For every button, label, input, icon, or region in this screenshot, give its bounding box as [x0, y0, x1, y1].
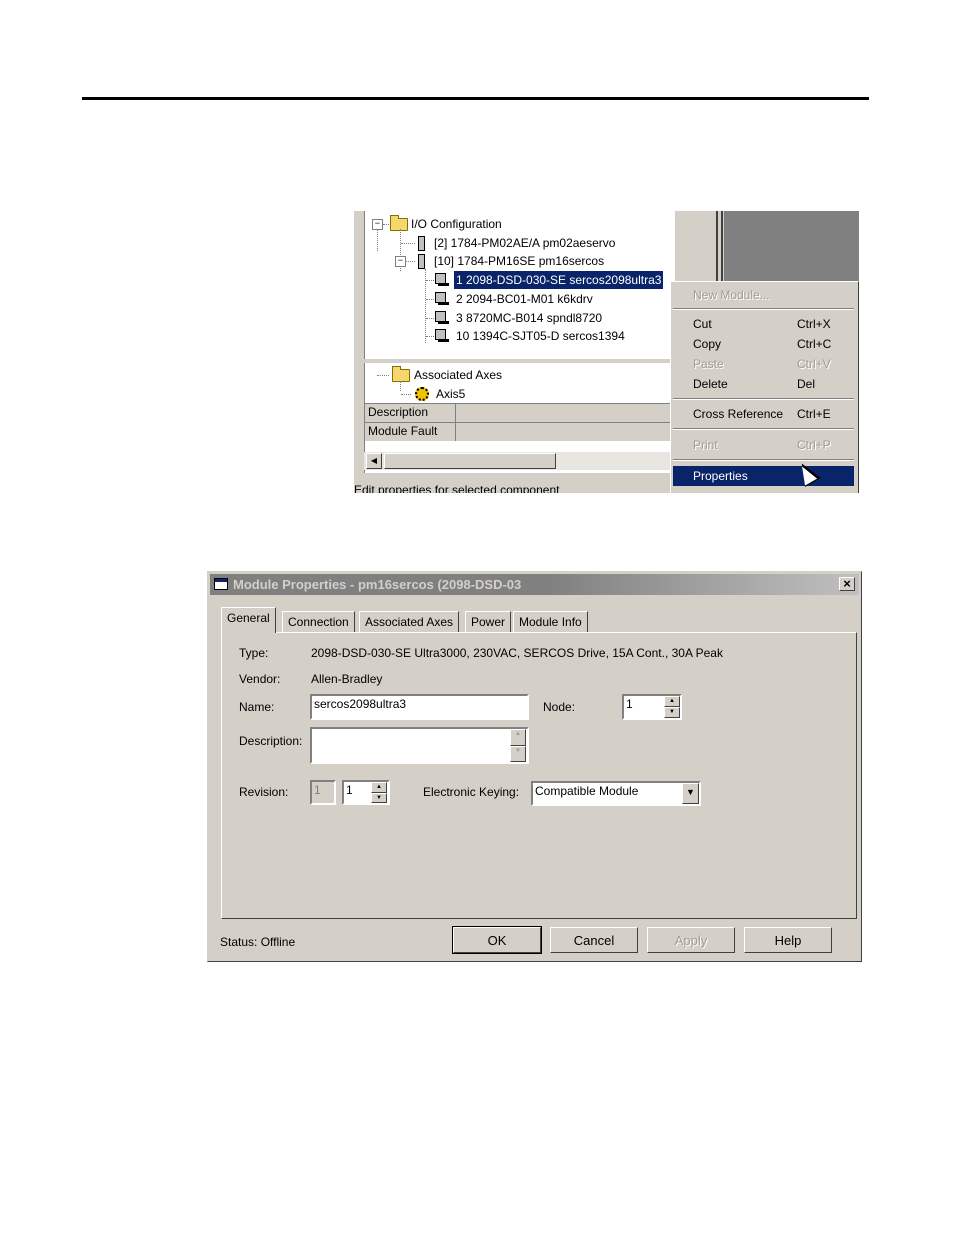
menu-item-print[interactable]: Print Ctrl+P [673, 435, 854, 455]
module-properties-dialog: Module Properties - pm16sercos (2098-DSD… [207, 571, 862, 962]
node-spinner[interactable]: ▲ ▼ [664, 696, 680, 718]
page-header-rule [82, 97, 869, 100]
axis-icon [415, 387, 429, 401]
tab-general[interactable]: General [221, 607, 276, 633]
scroll-left-icon[interactable]: ◀ [366, 453, 382, 469]
electronic-keying-label: Electronic Keying: [423, 785, 520, 799]
drive-module-icon [433, 310, 449, 326]
tree-item-associated-axes[interactable]: Associated Axes [365, 366, 665, 384]
name-input[interactable]: sercos2098ultra3 [310, 694, 529, 720]
io-card-icon [418, 236, 425, 251]
grid-row-description: Description [365, 403, 675, 422]
vendor-value: Allen-Bradley [311, 672, 383, 686]
name-label: Name: [239, 700, 275, 714]
controller-organizer-tree: ... − I/O Configuration [2] 1784-PM02AE/… [364, 211, 675, 359]
menu-item-copy[interactable]: Copy Ctrl+C [673, 334, 854, 354]
description-label: Description: [239, 734, 303, 748]
type-value: 2098-DSD-030-SE Ultra3000, 230VAC, SERCO… [311, 646, 723, 660]
description-scrollbar[interactable]: ▲ ▼ [510, 729, 526, 762]
context-menu: New Module... Cut Ctrl+X Copy Ctrl+C Pas… [670, 281, 859, 493]
dialog-titlebar[interactable]: Module Properties - pm16sercos (2098-DSD… [210, 574, 859, 595]
window-icon [214, 578, 228, 590]
folder-open-icon [390, 215, 408, 231]
spin-down-icon[interactable]: ▼ [371, 792, 387, 803]
tab-associated-axes[interactable]: Associated Axes [359, 611, 460, 632]
menu-item-cut[interactable]: Cut Ctrl+X [673, 314, 854, 334]
grid-row-module-fault: Module Fault [365, 422, 675, 441]
spin-up-icon[interactable]: ▲ [664, 696, 680, 707]
status-text: Status: Offline [220, 935, 296, 949]
revision-spinner[interactable]: ▲ ▼ [371, 782, 387, 803]
io-card-icon [418, 254, 425, 269]
ok-button[interactable]: OK [452, 926, 542, 954]
revision-label: Revision: [239, 785, 289, 799]
scroll-up-icon[interactable]: ▲ [510, 729, 526, 746]
type-label: Type: [239, 646, 269, 660]
tree-item-io-configuration[interactable]: − I/O Configuration [365, 215, 665, 233]
tab-connection[interactable]: Connection [282, 611, 355, 632]
drive-module-icon [433, 328, 449, 344]
tree-item-drive-3[interactable]: 3 8720MC-B014 spndl8720 [365, 309, 665, 327]
folder-open-icon [392, 366, 410, 382]
tree-item-module-2[interactable]: [2] 1784-PM02AE/A pm02aeservo [365, 234, 665, 252]
electronic-keying-select[interactable]: Compatible Module ▼ [531, 781, 701, 806]
scroll-down-icon[interactable]: ▼ [510, 745, 526, 762]
tree-item-axis5[interactable]: Axis5 [365, 385, 665, 403]
description-input[interactable] [310, 727, 529, 764]
collapse-icon[interactable]: − [395, 256, 406, 267]
menu-item-delete[interactable]: Delete Del [673, 374, 854, 394]
io-tree-screenshot: ... − I/O Configuration [2] 1784-PM02AE/… [354, 211, 859, 493]
menu-item-properties[interactable]: Properties [673, 466, 854, 486]
spin-up-icon[interactable]: ▲ [371, 782, 387, 793]
menu-item-cross-reference[interactable]: Cross Reference Ctrl+E [673, 404, 854, 424]
tree-item-drive-1[interactable]: 1 2098-DSD-030-SE sercos2098ultra3 [365, 271, 675, 289]
drive-module-icon [433, 291, 449, 307]
menu-item-paste[interactable]: Paste Ctrl+V [673, 354, 854, 374]
spin-down-icon[interactable]: ▼ [664, 707, 680, 718]
tab-power[interactable]: Power [465, 611, 512, 632]
background-window [724, 211, 859, 286]
horizontal-scrollbar[interactable]: ◀ [364, 452, 674, 470]
help-button[interactable]: Help [744, 927, 832, 953]
apply-button[interactable]: Apply [647, 927, 735, 953]
scroll-thumb[interactable] [384, 453, 556, 469]
cancel-button[interactable]: Cancel [550, 927, 638, 953]
menu-item-new-module[interactable]: New Module... [673, 285, 854, 305]
tree-item-drive-10[interactable]: 10 1394C-SJT05-D sercos1394 [365, 327, 665, 345]
dialog-title: Module Properties - pm16sercos (2098-DSD… [233, 577, 522, 592]
node-label: Node: [543, 700, 576, 714]
revision-major-input: 1 [310, 780, 336, 805]
dropdown-arrow-icon[interactable]: ▼ [682, 783, 699, 804]
close-button[interactable]: × [839, 577, 855, 591]
tab-module-info[interactable]: Module Info [513, 611, 588, 632]
tree-item-drive-2[interactable]: 2 2094-BC01-M01 k6kdrv [365, 290, 665, 308]
tree-item-module-10[interactable]: − [10] 1784-PM16SE pm16sercos [365, 252, 665, 270]
vendor-label: Vendor: [239, 672, 281, 686]
drive-module-icon [433, 272, 449, 288]
